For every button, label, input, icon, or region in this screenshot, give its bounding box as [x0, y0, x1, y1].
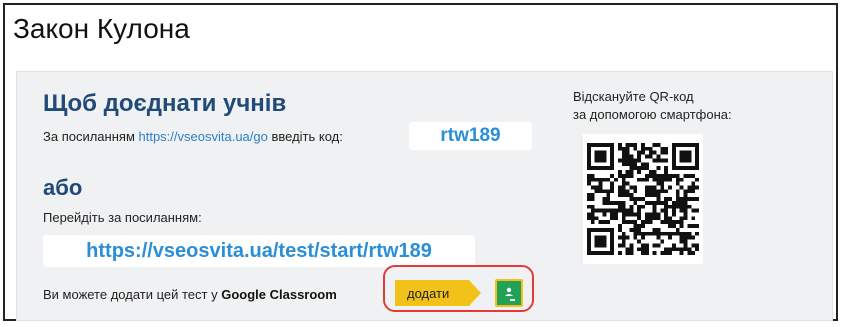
- access-code[interactable]: rtw189: [409, 122, 532, 150]
- join-link[interactable]: https://vseosvita.ua/go: [139, 129, 268, 144]
- goto-text: Перейдіть за посиланням:: [43, 210, 202, 225]
- window-frame: Закон Кулона Щоб доєднати учнів За посил…: [3, 3, 838, 321]
- qr-code-icon: [583, 134, 703, 264]
- classroom-brand: Google Classroom: [221, 287, 337, 302]
- classroom-text: Ви можете додати цей тест у Google Class…: [43, 287, 337, 302]
- join-instruction: За посиланням https://vseosvita.ua/go вв…: [43, 129, 343, 144]
- page-title: Закон Кулона: [13, 13, 190, 44]
- classroom-text-prefix: Ви можете додати цей тест у: [43, 287, 222, 302]
- or-heading: або: [43, 175, 83, 200]
- classroom-highlight-outline: [383, 265, 534, 312]
- qr-caption: Відскануйте QR-код за допомогою смартфон…: [573, 88, 783, 124]
- join-panel: Щоб доєднати учнів За посиланням https:/…: [16, 71, 833, 321]
- full-test-link[interactable]: https://vseosvita.ua/test/start/rtw189: [43, 235, 475, 267]
- join-link-suffix: введіть код:: [267, 129, 343, 144]
- join-link-prefix: За посиланням: [43, 129, 139, 144]
- qr-caption-line2: за допомогою смартфона:: [573, 107, 732, 122]
- qr-caption-line1: Відскануйте QR-код: [573, 89, 694, 104]
- join-heading: Щоб доєднати учнів: [43, 90, 287, 117]
